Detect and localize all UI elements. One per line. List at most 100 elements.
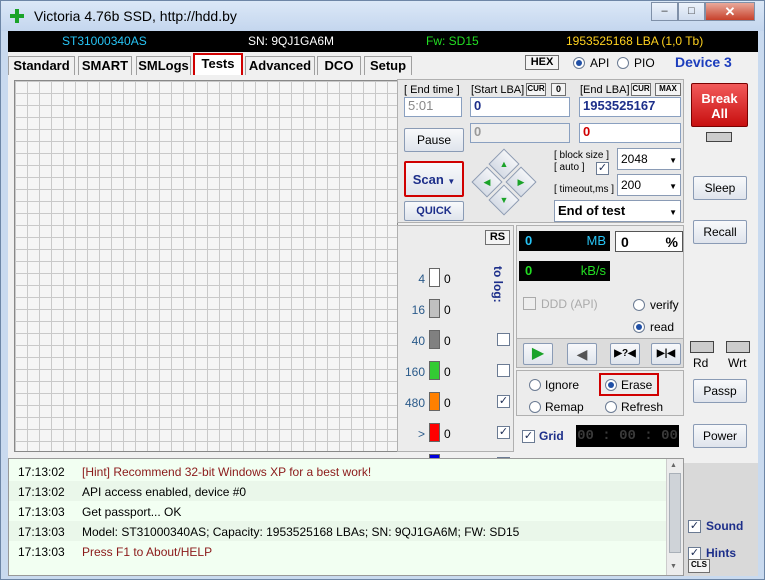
end-lba-current: 0 [579,123,681,143]
stat-threshold-label: 16 [411,303,425,317]
stat-count: 0 [444,427,451,441]
tab-advanced[interactable]: Advanced [245,56,315,75]
log-message: Model: ST31000340AS; Capacity: 195352516… [82,525,520,539]
drive-info-bar: ST31000340AS SN: 9QJ1GA6M Fw: SD15 19535… [8,31,758,52]
device-label: Device 3 [675,54,732,70]
scroll-down-icon: ▼ [670,563,677,570]
end-of-test-select[interactable]: End of test [554,200,681,223]
log-row: 17:13:03 Get passport... OK [9,501,669,521]
log-row: 17:13:02 [Hint] Recommend 32-bit Windows … [9,461,669,481]
auto-label: [ auto ] [554,162,585,173]
hints-label: Hints [706,546,736,560]
go-end-button[interactable]: ▶|◀ [651,343,681,365]
hex-button[interactable]: HEX [525,55,559,70]
stat-threshold-label: 40 [411,334,425,348]
elapsed-timer: 00 : 00 : 00 [576,425,679,447]
end-time-label: [ End time ] [404,84,460,96]
end-time-field[interactable]: 5:01 [404,97,462,117]
sound-checkbox[interactable]: ✓ [688,520,701,533]
play-icon: ▶ [531,345,545,362]
break-indicator [706,132,732,142]
skip-unknown-button[interactable]: ▶?◀ [610,343,640,365]
sound-label: Sound [706,519,744,533]
stat-count: 0 [444,303,451,317]
kbs-display: 0 kB/s [519,261,610,281]
tab-smlogs[interactable]: SMLogs [136,56,191,75]
pio-label: PIO [634,56,655,70]
cls-button[interactable]: CLS [688,559,710,573]
power-button[interactable]: Power [693,424,747,448]
drive-model: ST31000340AS [62,34,147,48]
stat-color-block [429,268,440,287]
action-panel: Ignore Erase Remap Refresh [516,370,684,416]
maximize-button[interactable]: □ [678,2,705,21]
sleep-button[interactable]: Sleep [693,176,747,200]
direction-pad: ▲ ◀ ▶ ▼ [470,148,538,217]
drive-serial: SN: 9QJ1GA6M [248,34,335,48]
read-radio[interactable] [633,321,645,333]
refresh-radio[interactable] [605,401,617,413]
start-lba-zero-button[interactable]: 0 [551,83,566,96]
erase-radio[interactable] [605,379,617,391]
log-row: 17:13:03 Model: ST31000340AS; Capacity: 1… [9,521,669,541]
auto-block-checkbox[interactable]: ✓ [596,162,609,175]
stats-panel: RS to log: 4016040016004800✓>0✓Err0✓ [397,225,514,473]
tab-smart[interactable]: SMART [78,56,132,75]
verify-radio[interactable] [633,299,645,311]
end-lba-cur-button[interactable]: CUR [631,83,651,96]
stat-threshold-label: 4 [418,272,425,286]
scan-settings-panel: [ End time ] 5:01 [Start LBA] CUR 0 0 0 … [397,79,684,223]
scroll-up-icon: ▲ [670,462,677,469]
stat-count: 0 [444,272,451,286]
read-label: read [650,320,675,334]
play-button[interactable]: ▶ [523,343,553,365]
percent-display: 0 % [615,231,683,252]
start-lba-field[interactable]: 0 [470,97,570,117]
tab-standard[interactable]: Standard [8,56,75,75]
kbs-value: 0 [525,263,533,278]
log-panel: 17:13:02 [Hint] Recommend 32-bit Windows … [8,458,684,576]
playback-panel: ▶ ◀ ▶?◀ ▶|◀ [516,338,684,368]
pause-button[interactable]: Pause [404,128,464,152]
scan-button[interactable]: Scan ▼ [404,161,464,197]
refresh-label: Refresh [621,400,664,414]
end-lba-field[interactable]: 1953525167 [579,97,681,117]
minimize-button[interactable]: – [651,2,678,21]
log-time: 17:13:02 [18,465,65,479]
log-scrollbar[interactable]: ▲ ▼ [666,459,683,575]
end-lba-max-button[interactable]: MAX [655,83,681,96]
stat-log-checkbox[interactable] [497,333,510,346]
start-lba-cur-button[interactable]: CUR [526,83,546,96]
window-title: Victoria 4.76b SSD, http://hdd.by [34,8,237,24]
mb-value: 0 [525,233,533,248]
tab-tests[interactable]: Tests [193,53,243,75]
api-radio[interactable] [573,57,585,69]
end-lba-label: [End LBA] [580,84,630,96]
stat-log-checkbox[interactable] [497,364,510,377]
mb-unit: MB [586,233,607,248]
timeout-select[interactable]: 200 [617,174,681,197]
stat-threshold-label: 480 [404,396,425,410]
ignore-radio[interactable] [529,379,541,391]
rs-button[interactable]: RS [485,230,510,245]
log-row: 17:13:02 API access enabled, device #0 [9,481,669,501]
block-size-select[interactable]: 2048 [617,148,681,171]
log-message: [Hint] Recommend 32-bit Windows XP for a… [82,465,372,479]
tab-dco[interactable]: DCO [317,56,361,75]
close-button[interactable]: ✕ [705,2,755,21]
log-scroll-thumb[interactable] [669,473,681,553]
passp-button[interactable]: Passp [693,379,747,403]
title-bar: Victoria 4.76b SSD, http://hdd.by – □ ✕ [1,1,764,31]
tab-setup[interactable]: Setup [364,56,412,75]
quick-button[interactable]: QUICK [404,201,464,221]
rewind-button[interactable]: ◀ [567,343,597,365]
ddd-api-checkbox[interactable] [523,297,536,310]
remap-radio[interactable] [529,401,541,413]
break-all-button[interactable]: Break All [691,83,748,127]
grid-checkbox[interactable]: ✓ [522,430,535,443]
pio-radio[interactable] [617,57,629,69]
stat-log-checkbox[interactable]: ✓ [497,395,510,408]
recall-button[interactable]: Recall [693,220,747,244]
api-label: API [590,56,610,70]
stat-log-checkbox[interactable]: ✓ [497,426,510,439]
